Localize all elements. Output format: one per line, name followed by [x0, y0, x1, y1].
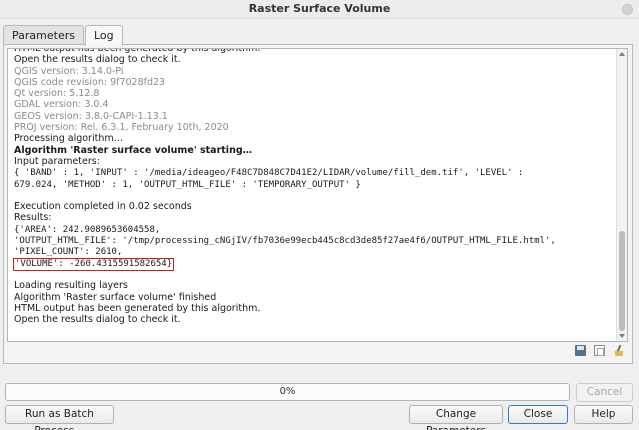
log-line: Results:	[14, 212, 604, 223]
log-line-text: Algorithm 'Raster surface volume' finish…	[14, 291, 217, 303]
log-line-text: Loading resulting layers	[14, 280, 128, 292]
log-line: Loading resulting layers	[14, 280, 604, 291]
log-line-text: GDAL version: 3.0.4	[14, 99, 109, 111]
log-line-text: 'PIXEL_COUNT': 2610,	[14, 247, 123, 258]
cancel-button[interactable]: Cancel	[576, 383, 633, 402]
log-line: {'AREA': 242.9089653604558,	[14, 224, 604, 235]
log-text-area[interactable]: HTML output has been generated by this a…	[7, 48, 628, 342]
change-parameters-button[interactable]: Change Parameters	[409, 405, 503, 430]
close-button[interactable]: Close	[508, 405, 568, 424]
log-line-text: Qt version: 5.12.8	[14, 88, 100, 100]
log-line: Input parameters:	[14, 156, 604, 167]
log-line: Algorithm 'Raster surface volume' finish…	[14, 292, 604, 303]
tab-parameters[interactable]: Parameters	[3, 25, 84, 45]
progress-bar: 0%	[5, 383, 570, 401]
progress-label: 0%	[279, 386, 296, 397]
log-line: Qt version: 5.12.8	[14, 88, 604, 99]
log-line-text: QGIS version: 3.14.0-Pi	[14, 65, 124, 77]
log-line-text: Execution completed in 0.02 seconds	[14, 201, 192, 213]
log-line: 'VOLUME': -260.4315591582654}	[12, 257, 604, 271]
log-scrollbar[interactable]	[616, 49, 627, 341]
log-toolbar	[575, 345, 624, 356]
tab-bar: Parameters Log	[3, 25, 124, 46]
help-button[interactable]: Help	[574, 405, 633, 424]
scroll-up-icon[interactable]	[619, 52, 625, 56]
log-line-text: QGIS code revision: 9f7028fd23	[14, 76, 166, 88]
log-line-text: PROJ version: Rel. 6.3.1, February 10th,…	[14, 122, 229, 134]
log-line: HTML output has been generated by this a…	[14, 303, 604, 314]
run-batch-button[interactable]: Run as Batch Process…	[5, 405, 114, 430]
log-content: HTML output has been generated by this a…	[12, 48, 604, 325]
scrollbar-thumb[interactable]	[619, 231, 625, 331]
window-close-icon[interactable]	[622, 4, 633, 15]
scroll-down-icon[interactable]	[619, 334, 625, 338]
log-line-text: {'AREA': 242.9089653604558,	[14, 224, 161, 235]
save-log-icon[interactable]	[575, 345, 586, 356]
window-titlebar: Raster Surface Volume	[0, 0, 639, 19]
log-line: GDAL version: 3.0.4	[14, 99, 604, 110]
log-line: GEOS version: 3.8.0-CAPI-1.13.1	[14, 111, 604, 122]
log-line: { 'BAND' : 1, 'INPUT' : '/media/ideageo/…	[14, 167, 604, 178]
log-line-text: 679.024, 'METHOD' : 1, 'OUTPUT_HTML_FILE…	[14, 179, 361, 190]
log-line-text: Open the results dialog to check it.	[14, 314, 181, 326]
log-line-text: Processing algorithm…	[14, 133, 124, 145]
copy-log-icon[interactable]	[594, 345, 605, 356]
log-line: 'OUTPUT_HTML_FILE': '/tmp/processing_cNG…	[14, 235, 604, 246]
log-line: 679.024, 'METHOD' : 1, 'OUTPUT_HTML_FILE…	[14, 179, 604, 190]
log-line: 'PIXEL_COUNT': 2610,	[14, 246, 604, 257]
highlighted-volume-result: 'VOLUME': -260.4315591582654}	[12, 257, 175, 271]
clear-log-icon[interactable]	[613, 345, 624, 356]
log-line-text: Results:	[14, 212, 52, 224]
log-line: PROJ version: Rel. 6.3.1, February 10th,…	[14, 122, 604, 133]
log-line-text: { 'BAND' : 1, 'INPUT' : '/media/ideageo/…	[14, 168, 524, 179]
log-line: Open the results dialog to check it.	[14, 314, 604, 325]
log-line: Algorithm 'Raster surface volume' starti…	[14, 145, 604, 156]
window-title: Raster Surface Volume	[248, 2, 391, 15]
log-line: Open the results dialog to check it.	[14, 54, 604, 65]
log-line: QGIS version: 3.14.0-Pi	[14, 66, 604, 77]
log-line-text: Open the results dialog to check it.	[14, 54, 181, 66]
log-line-text: 'OUTPUT_HTML_FILE': '/tmp/processing_cNG…	[14, 236, 556, 247]
log-line-text: HTML output has been generated by this a…	[14, 48, 261, 54]
log-line: Execution completed in 0.02 seconds	[14, 201, 604, 212]
log-line: QGIS code revision: 9f7028fd23	[14, 77, 604, 88]
tab-log[interactable]: Log	[84, 25, 123, 46]
log-line-text: GEOS version: 3.8.0-CAPI-1.13.1	[14, 110, 168, 122]
log-line-text: Algorithm 'Raster surface volume' starti…	[14, 144, 253, 156]
log-line-text: HTML output has been generated by this a…	[14, 302, 261, 314]
log-line-text: Input parameters:	[14, 155, 100, 167]
log-panel: HTML output has been generated by this a…	[3, 44, 633, 364]
log-line: Processing algorithm…	[14, 133, 604, 144]
